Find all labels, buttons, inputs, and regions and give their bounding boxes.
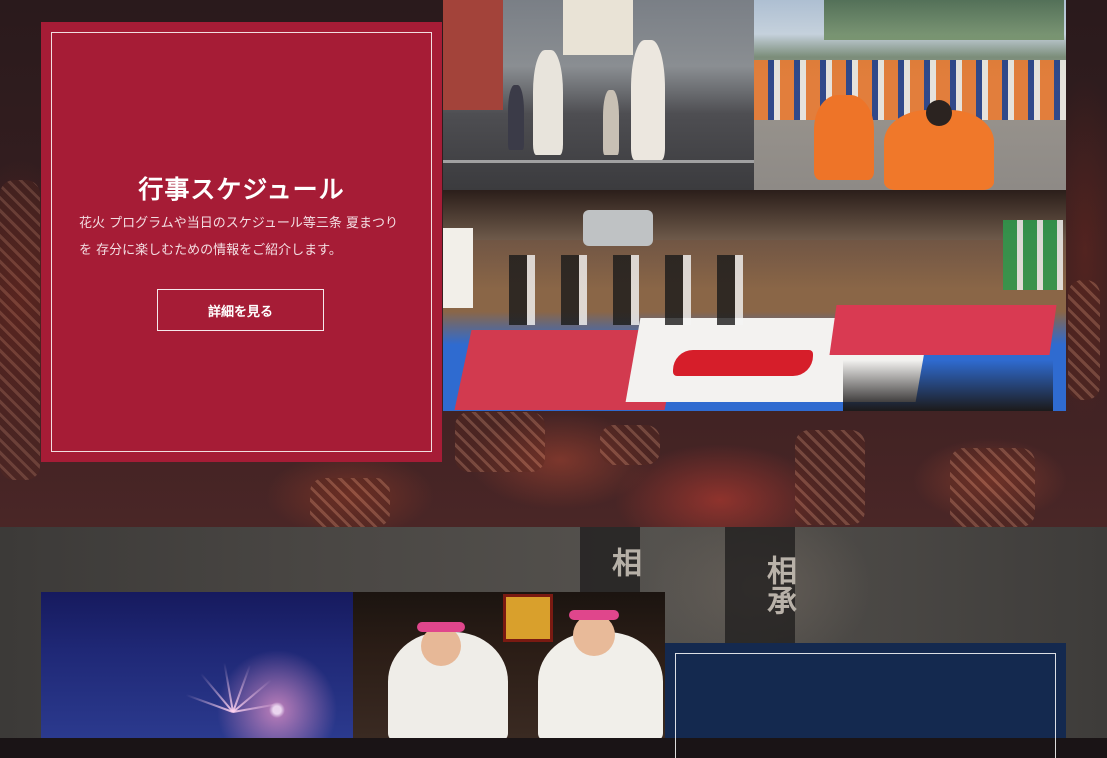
festival-banner: 相承 <box>725 527 796 643</box>
person-figure <box>603 90 619 155</box>
schedule-description: 花火 プログラムや当日のスケジュール等三条 夏まつりを 存分に楽しむための情報を… <box>79 216 398 258</box>
view-details-button[interactable]: 詳細を見る <box>157 289 324 331</box>
dancer-figure <box>814 95 874 180</box>
festival-women-photo <box>353 592 665 738</box>
card-frame <box>675 653 1056 758</box>
tent-roof <box>443 190 1066 240</box>
calligraphy-stroke <box>673 350 813 376</box>
lantern-decoration <box>950 448 1035 527</box>
woman-face <box>421 626 461 666</box>
yukata-parade-photo <box>443 0 754 190</box>
schedule-title: 行事スケジュール <box>138 175 345 204</box>
lantern-decoration <box>795 430 865 525</box>
person-figure <box>631 40 665 160</box>
headband <box>417 622 465 632</box>
lantern-decoration <box>310 478 390 527</box>
navy-info-card <box>665 643 1066 758</box>
lantern-decoration <box>1068 280 1100 400</box>
nebuta-float <box>563 0 633 55</box>
dancer-crowd <box>754 60 1066 120</box>
green-performers <box>1003 220 1063 290</box>
lantern-decoration <box>0 180 40 480</box>
dancer-head <box>926 100 952 126</box>
tree-line <box>824 0 1064 40</box>
road-marking <box>443 160 754 163</box>
parked-van <box>583 210 653 246</box>
lantern-sign <box>503 594 553 642</box>
banner-sign <box>443 228 473 308</box>
orange-happi-dance-photo <box>754 0 1066 190</box>
festival-banner: 相 <box>580 527 641 597</box>
fireworks-photo <box>41 592 353 738</box>
shop-facade <box>443 0 503 110</box>
person-figure <box>533 50 563 155</box>
calligraphy-canvas-red <box>829 305 1057 355</box>
woman-face <box>573 614 615 656</box>
calligraphy-performance-photo <box>443 190 1066 411</box>
lantern-decoration <box>600 425 660 465</box>
performer-row <box>483 255 743 325</box>
lantern-decoration <box>455 412 545 472</box>
person-figure <box>508 85 524 150</box>
headband <box>569 610 619 620</box>
schedule-card: 行事スケジュール 花火 プログラムや当日のスケジュール等三条 夏まつりを 存分に… <box>41 22 442 462</box>
audience-silhouettes <box>843 360 1053 411</box>
